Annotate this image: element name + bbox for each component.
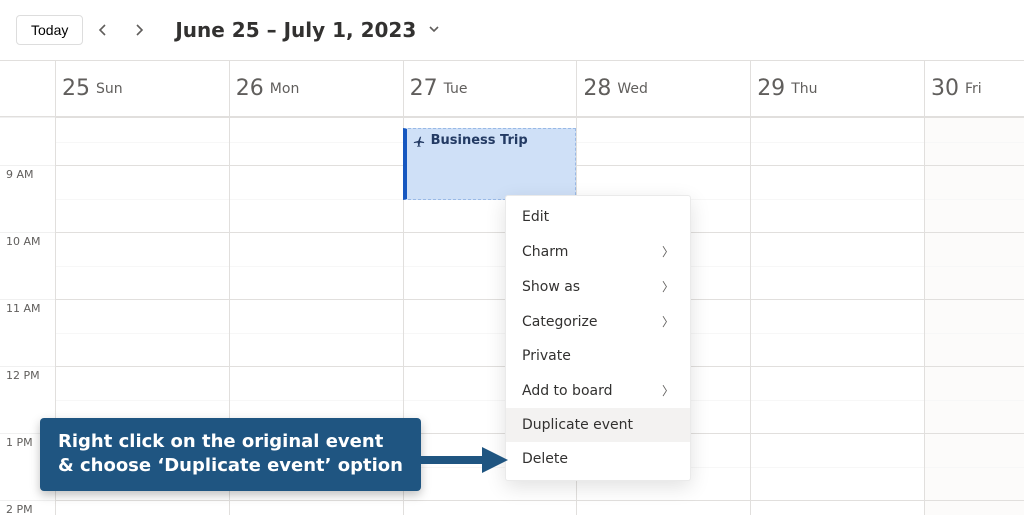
day-number: 30 [931,76,959,101]
day-number: 28 [583,76,611,101]
chevron-left-icon [97,24,109,36]
time-cell[interactable] [55,500,229,515]
menu-item-label: Private [522,348,571,364]
menu-item-label: Categorize [522,314,598,330]
day-of-week: Wed [617,81,648,97]
time-cell[interactable] [403,500,577,515]
chevron-right-icon: 〉 [662,243,674,260]
time-cell[interactable] [924,500,1024,515]
time-cell[interactable] [229,500,403,515]
day-of-week: Tue [444,81,468,97]
chevron-down-icon [428,23,440,38]
menu-item-label: Charm [522,244,568,260]
day-number: 27 [410,76,438,101]
time-cell[interactable] [229,299,403,366]
time-cell[interactable] [750,366,924,433]
time-cell[interactable] [750,500,924,515]
chevron-right-icon [133,24,145,36]
menu-item-add-to-board[interactable]: Add to board 〉 [506,373,690,408]
day-number: 29 [757,76,785,101]
time-cell[interactable] [924,165,1024,232]
hour-label [0,117,55,165]
callout-line: Right click on the original event [58,430,403,454]
day-header[interactable]: 26 Mon [229,61,403,116]
time-cell[interactable] [750,433,924,500]
hour-label: 2 PM [0,500,55,515]
hour-label: 9 AM [0,165,55,232]
day-header[interactable]: 28 Wed [576,61,750,116]
event-title: Business Trip [431,133,528,148]
day-of-week: Sun [96,81,123,97]
date-range-picker[interactable]: June 25 – July 1, 2023 [175,18,440,42]
time-cell[interactable] [55,232,229,299]
time-cell[interactable] [229,165,403,232]
menu-item-edit[interactable]: Edit [506,200,690,234]
menu-item-label: Delete [522,451,568,467]
menu-item-duplicate-event[interactable]: Duplicate event [506,408,690,442]
calendar-toolbar: Today June 25 – July 1, 2023 [0,0,1024,60]
time-cell[interactable] [924,366,1024,433]
time-cell[interactable] [55,299,229,366]
day-of-week: Thu [791,81,817,97]
prev-week-button[interactable] [87,14,119,46]
day-header[interactable]: 27 Tue [403,61,577,116]
day-of-week: Fri [965,81,982,97]
chevron-right-icon: 〉 [662,382,674,399]
hour-label: 11 AM [0,299,55,366]
menu-item-categorize[interactable]: Categorize 〉 [506,304,690,339]
hour-label: 10 AM [0,232,55,299]
time-cell[interactable] [576,117,750,165]
day-header[interactable]: 30 Fri [924,61,1024,116]
calendar-event[interactable]: Business Trip [403,128,577,200]
time-cell[interactable] [750,165,924,232]
date-range-label: June 25 – July 1, 2023 [175,18,416,42]
time-cell[interactable] [229,117,403,165]
time-cell[interactable] [750,299,924,366]
menu-item-show-as[interactable]: Show as 〉 [506,269,690,304]
day-number: 25 [62,76,90,101]
day-of-week: Mon [270,81,300,97]
time-cell[interactable] [750,232,924,299]
time-cell[interactable] [924,433,1024,500]
time-cell[interactable] [229,232,403,299]
arrow-right-icon [408,445,508,475]
time-cell[interactable] [55,165,229,232]
day-header-row: 25 Sun 26 Mon 27 Tue 28 Wed 29 Thu 30 Fr… [0,61,1024,117]
callout-line: & choose ‘Duplicate event’ option [58,454,403,478]
airplane-icon [413,135,427,149]
time-cell[interactable] [576,500,750,515]
time-cell[interactable] [924,299,1024,366]
time-cell[interactable] [924,232,1024,299]
menu-item-charm[interactable]: Charm 〉 [506,234,690,269]
menu-item-label: Duplicate event [522,417,633,433]
instruction-callout: Right click on the original event & choo… [40,418,421,491]
time-cell[interactable] [924,117,1024,165]
today-button[interactable]: Today [16,15,83,45]
menu-item-label: Show as [522,279,580,295]
menu-item-label: Add to board [522,383,613,399]
menu-item-delete[interactable]: Delete [506,442,690,476]
day-header[interactable]: 29 Thu [750,61,924,116]
menu-item-private[interactable]: Private [506,339,690,373]
day-number: 26 [236,76,264,101]
menu-item-label: Edit [522,209,549,225]
chevron-right-icon: 〉 [662,313,674,330]
next-week-button[interactable] [123,14,155,46]
time-cell[interactable] [55,117,229,165]
chevron-right-icon: 〉 [662,278,674,295]
time-gutter-spacer [0,61,55,116]
time-cell[interactable] [750,117,924,165]
event-context-menu: Edit Charm 〉 Show as 〉 Categorize 〉 Priv… [505,195,691,481]
day-header[interactable]: 25 Sun [55,61,229,116]
